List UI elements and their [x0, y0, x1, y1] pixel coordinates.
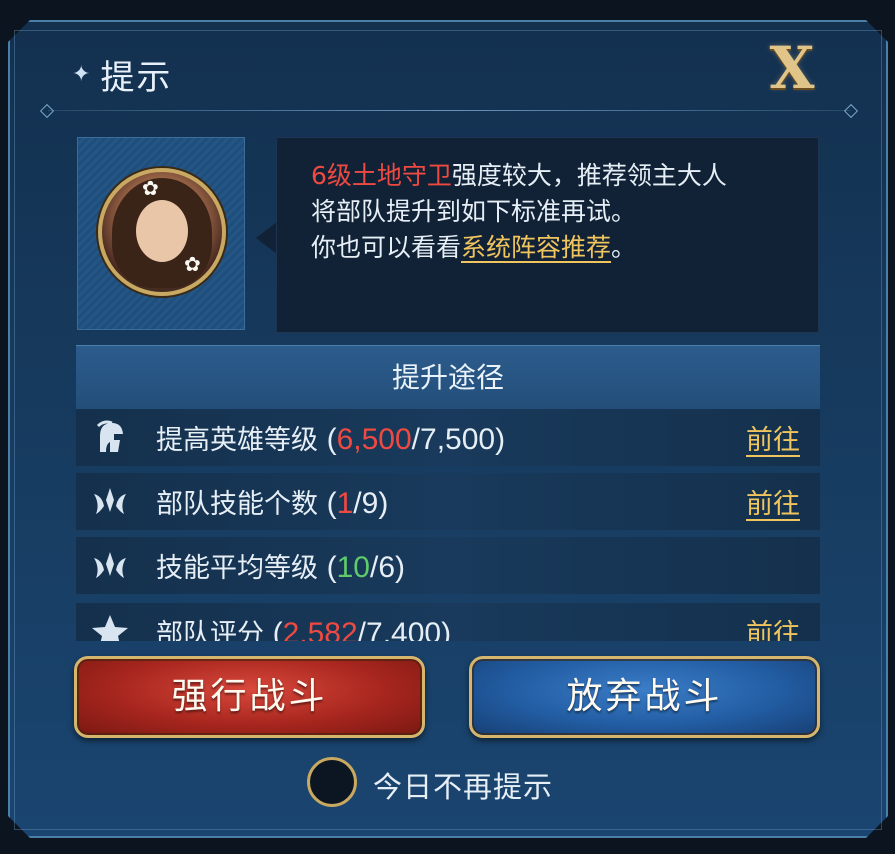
row-label: 技能平均等级 (10/6)	[156, 551, 405, 584]
row-label: 提高英雄等级 (6,500/7,500)	[156, 423, 506, 456]
go-button[interactable]: 前往	[746, 482, 800, 521]
flower-icon: ✿	[184, 252, 201, 276]
improve-row-hero-level: 提高英雄等级 (6,500/7,500) 前往	[76, 409, 820, 466]
improve-row-troop-score: 部队评分 (2,582/7,400) 前往	[76, 603, 820, 641]
star-icon	[88, 610, 132, 641]
improve-list[interactable]: 提高英雄等级 (6,500/7,500) 前往 部队技能个数 (1/9) 前往 …	[76, 409, 820, 641]
force-battle-button[interactable]: 强行战斗	[74, 656, 425, 738]
title-bar: ✦ 提示	[72, 50, 172, 99]
hero-portrait-frame: ✿ ✿	[77, 137, 245, 330]
go-button[interactable]: 前往	[746, 418, 800, 457]
close-button[interactable]: X	[760, 38, 824, 98]
spartan-helmet-icon	[88, 416, 132, 460]
troop-skill-icon	[88, 480, 132, 524]
hint-message-box: 6级土地守卫强度较大，推荐领主大人 将部队提升到如下标准再试。 你也可以看看系统…	[276, 137, 819, 333]
sparkle-icon: ✦	[72, 62, 91, 87]
hint-message: 6级土地守卫强度较大，推荐领主大人 将部队提升到如下标准再试。 你也可以看看系统…	[311, 161, 727, 262]
row-label: 部队技能个数 (1/9)	[156, 487, 389, 520]
dialog-title: 提示	[100, 58, 173, 98]
abandon-battle-button[interactable]: 放弃战斗	[469, 656, 820, 738]
improve-section-header: 提升途径	[76, 345, 820, 409]
hero-portrait: ✿ ✿	[98, 168, 226, 296]
title-divider	[48, 110, 850, 111]
troop-skill-icon	[88, 544, 132, 588]
recommended-lineup-link[interactable]: 系统阵容推荐	[461, 233, 611, 262]
speech-pointer	[256, 222, 277, 254]
row-label: 部队评分 (2,582/7,400)	[156, 617, 452, 641]
improve-row-skill-count: 部队技能个数 (1/9) 前往	[76, 473, 820, 530]
improve-row-skill-level: 技能平均等级 (10/6)	[76, 537, 820, 594]
flower-icon: ✿	[142, 176, 159, 200]
dont-show-today-checkbox[interactable]	[307, 757, 357, 807]
go-button[interactable]: 前往	[746, 612, 800, 641]
enemy-name: 6级土地守卫	[311, 161, 452, 190]
dont-show-today-label[interactable]: 今日不再提示	[373, 764, 553, 806]
